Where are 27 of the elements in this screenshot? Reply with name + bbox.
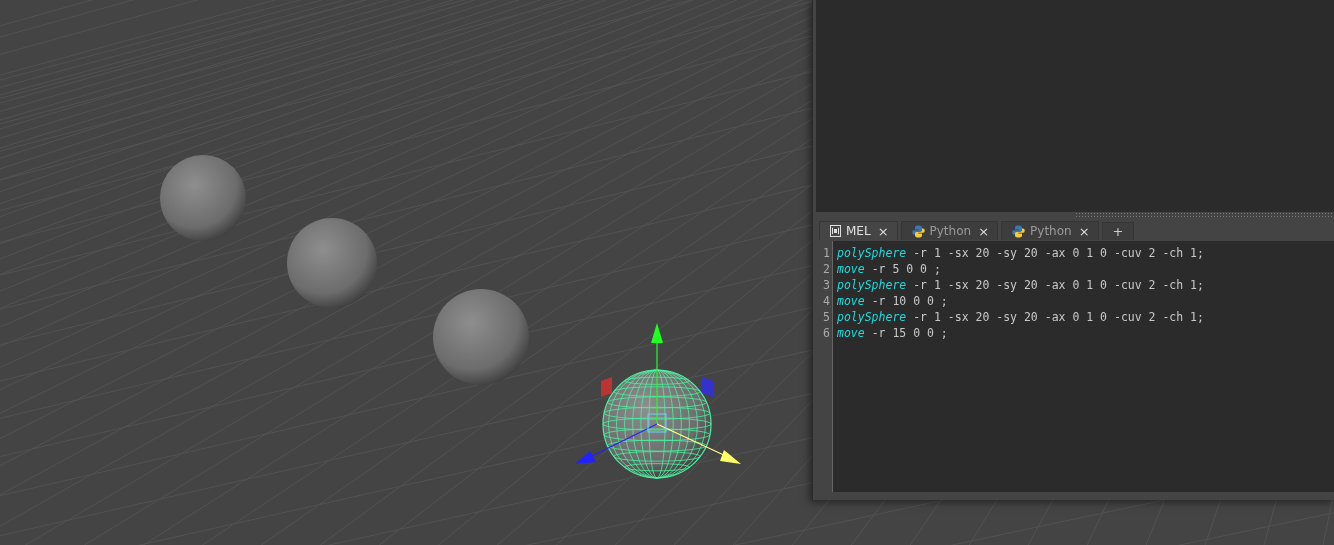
line-number: 6 — [822, 325, 830, 341]
close-tab-button[interactable]: × — [875, 224, 891, 238]
line-number: 4 — [822, 293, 830, 309]
code-line: polySphere -r 1 -sx 20 -sy 20 -ax 0 1 0 -cuv 2 -ch 1; — [837, 309, 1205, 325]
close-tab-button[interactable]: × — [1076, 224, 1092, 238]
tab-label: Python — [1030, 224, 1072, 238]
tab-label: MEL — [846, 224, 871, 238]
close-tab-button[interactable]: × — [976, 224, 992, 238]
code-line: polySphere -r 1 -sx 20 -sy 20 -ax 0 1 0 -cuv 2 -ch 1; — [837, 245, 1205, 261]
python-logo-icon — [1012, 224, 1026, 238]
editor-tab[interactable]: MEL × — [819, 221, 898, 240]
code-line: polySphere -r 1 -sx 20 -sy 20 -ax 0 1 0 -cuv 2 -ch 1; — [837, 277, 1205, 293]
python-logo-icon — [911, 224, 925, 238]
line-number: 5 — [822, 309, 830, 325]
code-editor-field[interactable] — [833, 241, 1334, 492]
code-line: move -r 10 0 0 ; — [837, 293, 949, 309]
tab-label: Python — [929, 224, 972, 238]
line-number: 1 — [822, 245, 830, 261]
editor-tab[interactable]: Python × — [900, 221, 999, 240]
move-manipulator-drawing[interactable] — [575, 323, 741, 479]
line-number: 2 — [822, 261, 830, 277]
add-tab-button[interactable]: + — [1101, 222, 1135, 240]
editor-tab[interactable]: Python × — [1001, 221, 1099, 240]
code-line: move -r 15 0 0 ; — [837, 325, 949, 341]
code-line: move -r 5 0 0 ; — [837, 261, 942, 277]
bracket-icon — [830, 225, 841, 237]
line-number: 3 — [822, 277, 830, 293]
